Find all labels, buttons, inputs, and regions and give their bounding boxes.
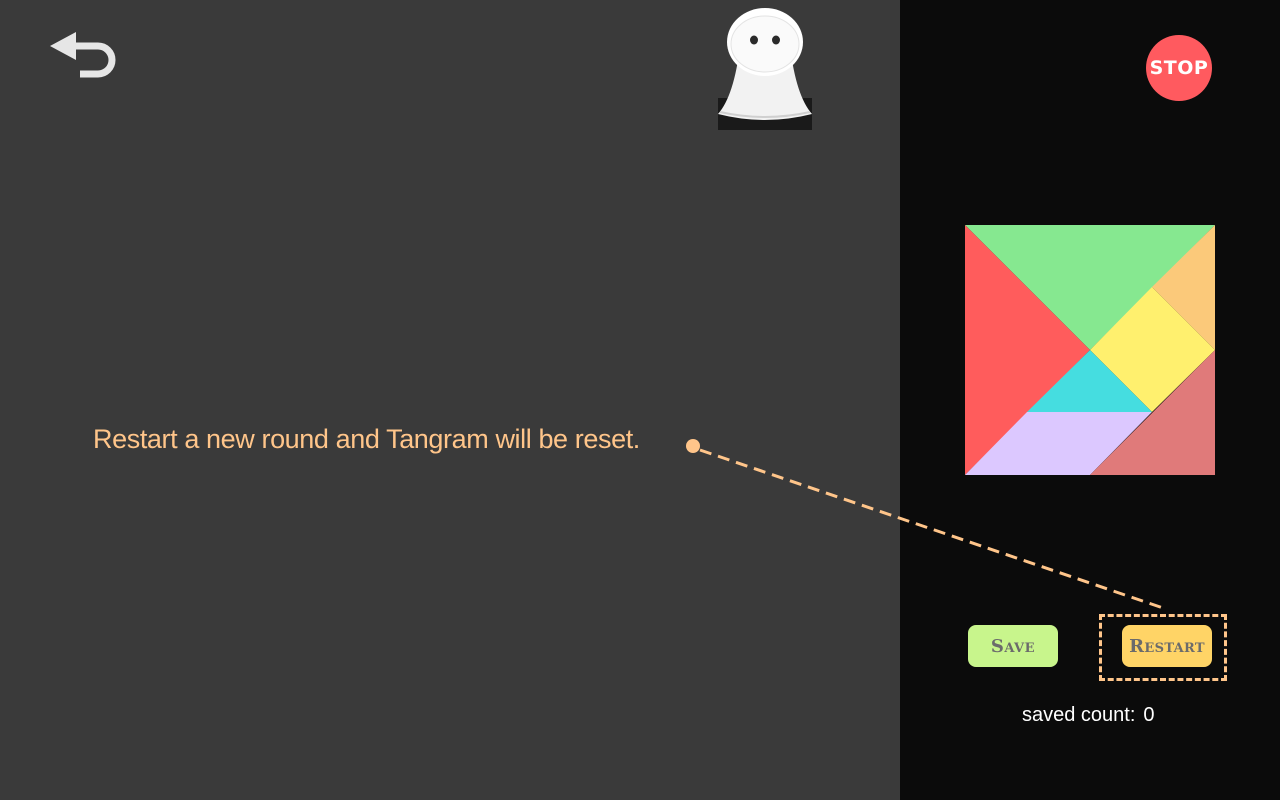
tangram-board[interactable] (965, 225, 1215, 475)
save-button[interactable]: Save (968, 625, 1058, 667)
robot-avatar (712, 6, 818, 130)
back-button[interactable] (46, 28, 122, 80)
stop-button[interactable]: STOP (1146, 35, 1212, 101)
restart-button[interactable]: Restart (1122, 625, 1212, 667)
tutorial-callout: Restart a new round and Tangram will be … (93, 424, 640, 454)
saved-count-value: 0 (1143, 704, 1155, 726)
saved-count: saved count: 0 (1022, 704, 1155, 727)
saved-count-label: saved count: (1022, 704, 1136, 726)
back-arrow-icon (50, 32, 116, 78)
